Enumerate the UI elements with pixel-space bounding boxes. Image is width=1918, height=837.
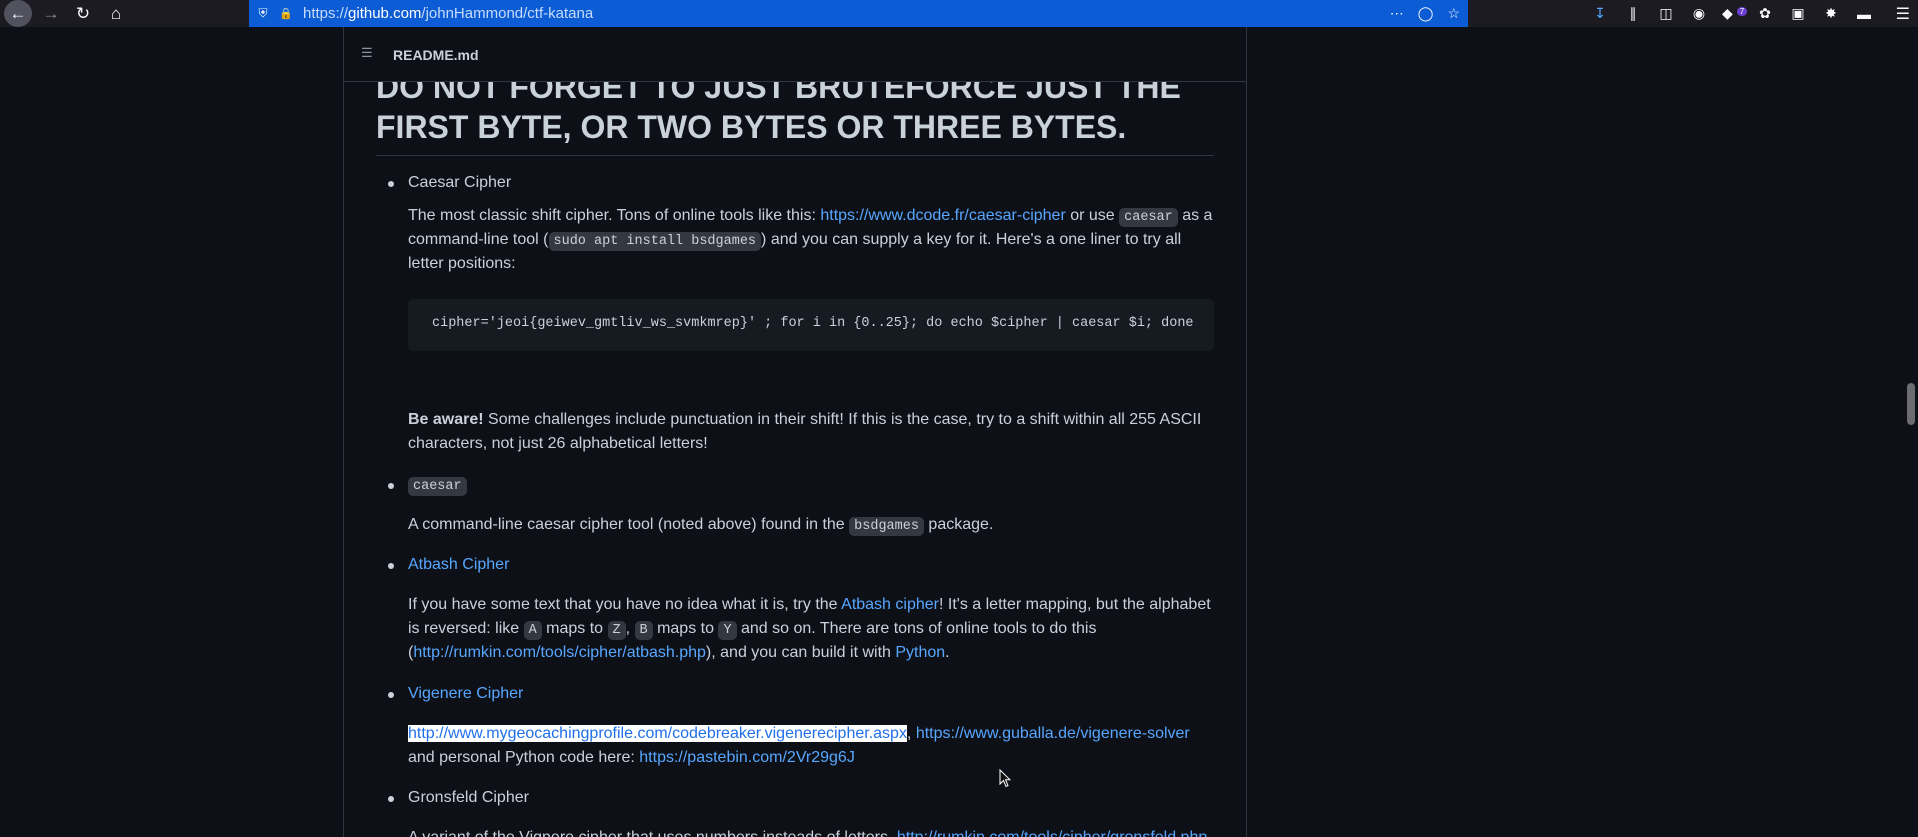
vigenere-line1: http://www.mygeocachingprofile.com/codeb… xyxy=(408,725,1190,742)
sidebar-icon[interactable]: ◫ xyxy=(1656,5,1676,22)
home-button[interactable]: ⌂ xyxy=(103,0,129,27)
arrow-left-icon: ← xyxy=(9,3,27,23)
atbash-line3: (http://rumkin.com/tools/cipher/atbash.p… xyxy=(408,644,950,661)
n-extension-icon[interactable]: ▣ xyxy=(1788,5,1808,22)
library-icon[interactable]: ∥ xyxy=(1623,5,1643,22)
rumkin-gronsfeld-link[interactable]: http://rumkin.com/tools/cipher/gronsfeld… xyxy=(897,829,1207,837)
atbash-title: Atbash Cipher xyxy=(408,553,509,577)
inline-code: bsdgames xyxy=(849,517,924,536)
list-bullet xyxy=(388,563,394,569)
list-icon[interactable]: ☰ xyxy=(361,46,377,60)
heading-divider xyxy=(376,155,1214,156)
guballa-vigenere-link[interactable]: https://www.guballa.de/vigenere-solver xyxy=(916,725,1190,742)
lock-icon[interactable]: 🔒 xyxy=(279,7,293,20)
python-link[interactable]: Python xyxy=(895,644,945,661)
aware-line2: characters, not just 26 alphabetical let… xyxy=(408,435,708,452)
rumkin-atbash-link[interactable]: http://rumkin.com/tools/cipher/atbash.ph… xyxy=(413,644,706,661)
mouse-cursor-icon xyxy=(999,769,1011,788)
hamburger-icon: ☰ xyxy=(1895,5,1910,23)
address-bar[interactable]: ⛨ 🔒 https://github.com/johnHammond/ctf-k… xyxy=(249,0,1468,27)
geocaching-vigenere-link[interactable]: http://www.mygeocachingprofile.com/codeb… xyxy=(408,725,907,742)
code-block[interactable]: cipher='jeoi{geiwev_gmtliv_ws_svmkmrep}'… xyxy=(408,299,1214,351)
reload-button[interactable]: ↻ xyxy=(70,0,96,27)
forward-button[interactable]: → xyxy=(38,0,64,27)
page-scrollbar-thumb[interactable] xyxy=(1907,383,1915,425)
caesar-paragraph-line1: The most classic shift cipher. Tons of o… xyxy=(408,207,1213,227)
readme-header: ☰ README.md xyxy=(344,27,1246,82)
mask-extension-icon[interactable]: ▬ xyxy=(1854,6,1874,22)
caesar-tool-description: A command-line caesar cipher tool (noted… xyxy=(408,516,994,536)
atbash-cipher-inline-link[interactable]: Atbash cipher xyxy=(841,596,939,613)
readme-container: ☰ README.md DO NOT FORGET TO JUST BRUTEF… xyxy=(343,27,1247,837)
fox-extension-icon[interactable]: ✿ xyxy=(1755,5,1775,22)
atbash-line2: is reversed: like A maps to Z, B maps to… xyxy=(408,620,1097,640)
extension-icon[interactable]: ◆ 7 xyxy=(1722,5,1748,22)
url-text[interactable]: https://github.com/johnHammond/ctf-katan… xyxy=(303,5,593,22)
list-bullet xyxy=(388,181,394,187)
caesar-paragraph-line2: command-line tool (sudo apt install bsdg… xyxy=(408,231,1182,251)
reload-icon: ↻ xyxy=(75,3,91,23)
vigenere-title: Vigenere Cipher xyxy=(408,682,523,706)
browser-toolbar: ← → ↻ ⌂ ⛨ 🔒 https://github.com/johnHammo… xyxy=(0,0,1918,27)
extension-badge: 7 xyxy=(1736,7,1748,16)
tracking-shield-icon[interactable]: ⛨ xyxy=(255,6,271,21)
inline-code: caesar xyxy=(1119,208,1178,227)
downloads-icon[interactable]: ↧ xyxy=(1590,5,1610,22)
vigenere-line2: and personal Python code here: https://p… xyxy=(408,749,855,766)
caesar-tool-title: caesar xyxy=(408,473,467,499)
home-icon: ⌂ xyxy=(110,3,122,23)
pastebin-link[interactable]: https://pastebin.com/2Vr29g6J xyxy=(639,749,855,766)
vigenere-cipher-link[interactable]: Vigenere Cipher xyxy=(408,685,523,702)
atbash-cipher-link[interactable]: Atbash Cipher xyxy=(408,556,509,573)
caesar-paragraph-line3: letter positions: xyxy=(408,255,516,272)
more-actions-icon[interactable]: ⋯ xyxy=(1390,5,1404,22)
bookmark-star-icon[interactable]: ☆ xyxy=(1447,5,1460,22)
code-block-text: cipher='jeoi{geiwev_gmtliv_ws_svmkmrep}'… xyxy=(432,316,1194,331)
account-icon[interactable]: ◉ xyxy=(1689,5,1709,22)
gronsfeld-title: Gronsfeld Cipher xyxy=(408,789,529,806)
dcode-caesar-link[interactable]: https://www.dcode.fr/caesar-cipher xyxy=(820,207,1065,224)
arrow-right-icon: → xyxy=(42,3,60,23)
atbash-line1: If you have some text that you have no i… xyxy=(408,596,1211,613)
back-button[interactable]: ← xyxy=(4,0,32,27)
caesar-cipher-title: Caesar Cipher xyxy=(408,174,512,191)
gronsfeld-line1: A variant of the Vignere cipher that use… xyxy=(408,826,1207,837)
list-bullet xyxy=(388,692,394,698)
inline-code: sudo apt install bsdgames xyxy=(548,232,762,251)
aware-line1: Be aware! Some challenges include punctu… xyxy=(408,411,1202,428)
cookie-extension-icon[interactable]: ✸ xyxy=(1821,5,1841,22)
pocket-icon[interactable]: ◯ xyxy=(1418,5,1434,22)
readme-title: README.md xyxy=(393,47,479,63)
hamburger-menu-button[interactable]: ☰ xyxy=(1896,0,1910,27)
list-bullet xyxy=(388,483,394,489)
list-bullet xyxy=(388,796,394,802)
